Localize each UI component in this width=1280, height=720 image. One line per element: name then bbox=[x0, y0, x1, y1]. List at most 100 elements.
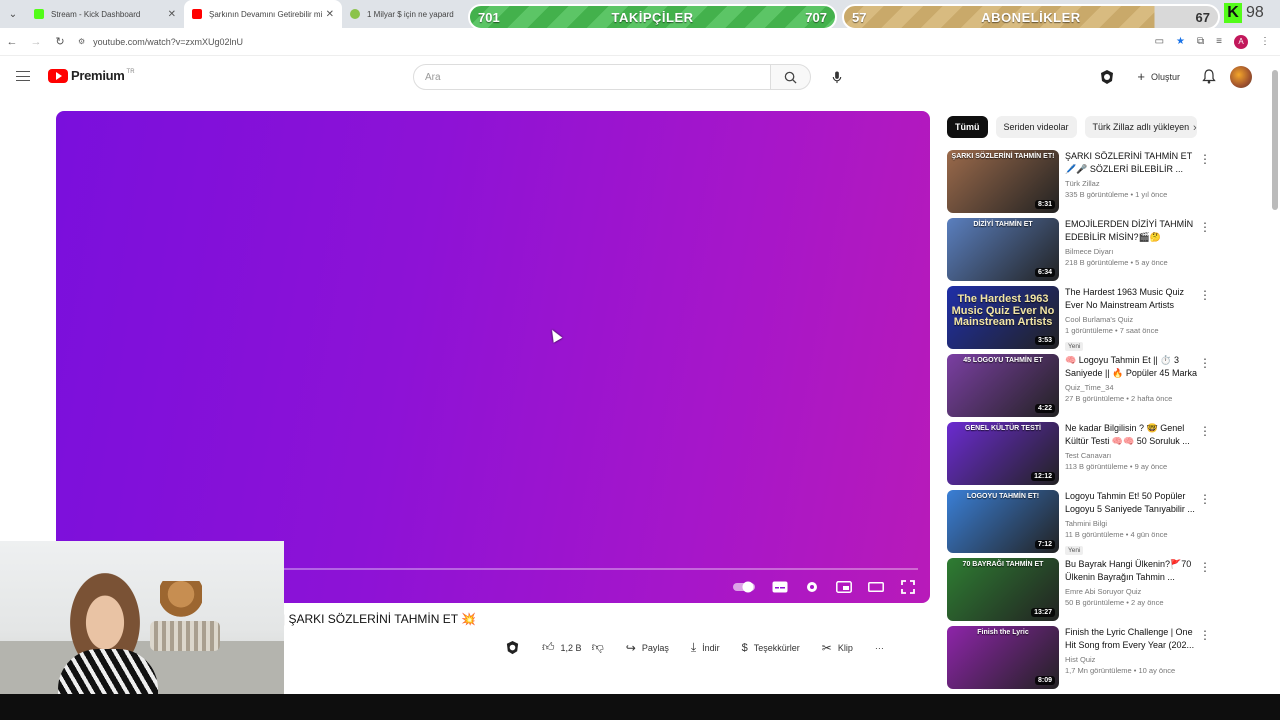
more-vertical-icon[interactable]: ⋮ bbox=[1199, 492, 1211, 506]
recommendation-title[interactable]: The Hardest 1963 Music Quiz Ever No Main… bbox=[1065, 286, 1203, 312]
recommendation-channel[interactable]: Quiz_Time_34 bbox=[1065, 383, 1203, 392]
recommendation-item[interactable]: ŞARKI SÖZLERİNİ TAHMİN ET! 8:31 ŞARKI SÖZL… bbox=[947, 150, 1217, 218]
dislike-button[interactable]: 👎︎ bbox=[592, 640, 604, 655]
thanks-label: Teşekkürler bbox=[753, 642, 800, 653]
recommendation-title[interactable]: ŞARKI SÖZLERİNİ TAHMİN ET 🖊️🎤 SÖZLERİ Bİ… bbox=[1065, 150, 1203, 176]
recommendation-item[interactable]: LOGOYU TAHMİN ET! 7:12 Logoyu Tahmin Et! 5… bbox=[947, 490, 1217, 558]
thumbnail-caption: 70 BAYRAĞI TAHMİN ET bbox=[962, 561, 1044, 568]
video-thumbnail[interactable]: The Hardest 1963 Music Quiz Ever No Main… bbox=[947, 286, 1059, 349]
video-thumbnail[interactable]: Finish the Lyric 8:09 bbox=[947, 626, 1059, 689]
kick-extension-icon[interactable] bbox=[1099, 69, 1115, 85]
download-label: İndir bbox=[702, 642, 720, 653]
subscribers-goal: 67 bbox=[1195, 9, 1210, 25]
back-icon[interactable]: ← bbox=[0, 36, 24, 48]
video-thumbnail[interactable]: ŞARKI SÖZLERİNİ TAHMİN ET! 8:31 bbox=[947, 150, 1059, 213]
video-player[interactable] bbox=[56, 111, 930, 603]
recommendation-channel[interactable]: Tahmini Bilgi bbox=[1065, 519, 1203, 528]
settings-button[interactable] bbox=[804, 579, 820, 595]
autoplay-toggle[interactable] bbox=[732, 579, 756, 595]
search-button[interactable] bbox=[770, 64, 811, 90]
search-icon bbox=[784, 71, 797, 84]
recommendation-title[interactable]: Finish the Lyric Challenge | One Hit Son… bbox=[1065, 626, 1203, 652]
more-vertical-icon[interactable]: ⋮ bbox=[1199, 356, 1211, 370]
forward-icon[interactable]: → bbox=[24, 36, 48, 48]
youtube-logo[interactable]: Premium TR bbox=[48, 68, 135, 83]
chip-all[interactable]: Tümü bbox=[947, 116, 988, 138]
recommendation-channel[interactable]: Cool Burlama's Quiz bbox=[1065, 315, 1203, 324]
notifications-bell-icon[interactable] bbox=[1202, 69, 1216, 84]
webcam-overlay bbox=[0, 541, 284, 701]
chip-series[interactable]: Seriden videolar bbox=[995, 116, 1077, 138]
recommendation-item[interactable]: DİZİYİ TAHMİN ET 6:34 EMOJİLERDEN DİZİYİ T… bbox=[947, 218, 1217, 286]
site-info-icon[interactable]: ⚙ bbox=[78, 37, 85, 46]
masthead-actions: + Oluştur bbox=[1099, 65, 1252, 88]
recommendation-item[interactable]: Finish the Lyric 8:09 Finish the Lyric Cha… bbox=[947, 626, 1217, 694]
recommendation-title[interactable]: EMOJİLERDEN DİZİYİ TAHMİN EDEBİLİR MİSİN… bbox=[1065, 218, 1203, 244]
account-avatar[interactable] bbox=[1230, 65, 1252, 88]
menu-icon[interactable] bbox=[16, 71, 30, 81]
reading-list-icon[interactable]: ≡ bbox=[1216, 36, 1222, 47]
browser-tab-third[interactable]: 1 Milyar $ için ne yapardın? bbox=[342, 0, 462, 28]
youtube-favicon-icon bbox=[192, 9, 202, 19]
search-input[interactable]: Ara bbox=[413, 64, 771, 90]
reload-icon[interactable]: ↻ bbox=[48, 35, 72, 48]
share-button[interactable]: ↪ Paylaş bbox=[626, 641, 669, 655]
tab-search-chevron-icon[interactable]: ⌄ bbox=[0, 0, 26, 28]
browser-tab-youtube[interactable]: Şarkının Devamını Getirebilir mi? ✕ bbox=[184, 0, 342, 28]
profile-avatar[interactable]: A bbox=[1234, 34, 1248, 49]
scrollbar-thumb[interactable] bbox=[1272, 70, 1278, 210]
miniplayer-button[interactable] bbox=[836, 579, 852, 595]
video-thumbnail[interactable]: 70 BAYRAĞI TAHMİN ET 13:27 bbox=[947, 558, 1059, 621]
more-vertical-icon[interactable]: ⋮ bbox=[1199, 152, 1211, 166]
cast-icon[interactable]: ▭ bbox=[1155, 36, 1164, 47]
url-field[interactable]: ⚙ youtube.com/watch?v=zxmXUg02lnU bbox=[78, 37, 1155, 47]
chevron-right-icon[interactable]: › bbox=[1193, 122, 1197, 134]
voice-search-button[interactable] bbox=[824, 64, 850, 90]
browser-tab-kick[interactable]: Stream - Kick Dashboard ✕ bbox=[26, 0, 184, 28]
thanks-button[interactable]: $ Teşekkürler bbox=[742, 642, 800, 654]
subtitles-button[interactable] bbox=[772, 579, 788, 595]
video-thumbnail[interactable]: LOGOYU TAHMİN ET! 7:12 bbox=[947, 490, 1059, 553]
recommendation-title[interactable]: Logoyu Tahmin Et! 50 Popüler Logoyu 5 Sa… bbox=[1065, 490, 1203, 516]
video-thumbnail[interactable]: 45 LOGOYU TAHMİN ET 4:22 bbox=[947, 354, 1059, 417]
recommendation-channel[interactable]: Test Canavarı bbox=[1065, 451, 1203, 460]
more-vertical-icon[interactable]: ⋮ bbox=[1199, 288, 1211, 302]
video-thumbnail[interactable]: GENEL KÜLTÜR TESTİ 12:12 bbox=[947, 422, 1059, 485]
recommendation-title[interactable]: 🧠 Logoyu Tahmin Et || ⏱️ 3 Saniyede || 🔥… bbox=[1065, 354, 1203, 380]
recommendation-info: The Hardest 1963 Music Quiz Ever No Main… bbox=[1065, 286, 1203, 354]
chip-uploader[interactable]: Türk Zillaz adlı yükleyen bbox=[1084, 116, 1198, 138]
bookmark-star-icon[interactable]: ★ bbox=[1176, 36, 1185, 47]
kick-extension-icon[interactable] bbox=[505, 640, 520, 655]
theater-mode-button[interactable] bbox=[868, 579, 884, 595]
recommendation-channel[interactable]: Hist Quiz bbox=[1065, 655, 1203, 664]
thumbnail-caption: GENEL KÜLTÜR TESTİ bbox=[965, 425, 1041, 432]
more-vertical-icon[interactable]: ⋮ bbox=[1199, 628, 1211, 642]
extensions-icon[interactable]: ⧉ bbox=[1197, 36, 1204, 47]
more-actions-button[interactable]: ··· bbox=[875, 643, 884, 653]
recommendation-item[interactable]: GENEL KÜLTÜR TESTİ 12:12 Ne kadar Bilgilis… bbox=[947, 422, 1217, 490]
recommendation-channel[interactable]: Türk Zillaz bbox=[1065, 179, 1203, 188]
close-icon[interactable]: ✕ bbox=[326, 9, 334, 20]
thumbnail-caption: Finish the Lyric bbox=[977, 629, 1029, 636]
create-button[interactable]: + Oluştur bbox=[1129, 65, 1188, 88]
more-vertical-icon[interactable]: ⋮ bbox=[1199, 424, 1211, 438]
fullscreen-button[interactable] bbox=[900, 579, 916, 595]
download-icon: ⤓ bbox=[690, 640, 697, 654]
close-icon[interactable]: ✕ bbox=[168, 9, 176, 20]
browser-menu-icon[interactable]: ⋮ bbox=[1260, 36, 1270, 47]
recommendation-item[interactable]: 70 BAYRAĞI TAHMİN ET 13:27 Bu Bayrak Hangi… bbox=[947, 558, 1217, 626]
recommendation-title[interactable]: Bu Bayrak Hangi Ülkenin?🚩70 Ülkenin Bayr… bbox=[1065, 558, 1203, 584]
recommendation-title[interactable]: Ne kadar Bilgilisin ? 🤓 Genel Kültür Tes… bbox=[1065, 422, 1203, 448]
recommendation-item[interactable]: 45 LOGOYU TAHMİN ET 4:22 🧠 Logoyu Tahmin E… bbox=[947, 354, 1217, 422]
download-button[interactable]: ⤓ İndir bbox=[691, 640, 720, 655]
like-button[interactable]: 👍︎ 1,2 B bbox=[542, 640, 582, 655]
recommendation-item[interactable]: The Hardest 1963 Music Quiz Ever No Main… bbox=[947, 286, 1217, 354]
clip-button[interactable]: ✂ Klip bbox=[822, 641, 853, 655]
more-vertical-icon[interactable]: ⋮ bbox=[1199, 560, 1211, 574]
recommendation-channel[interactable]: Emre Abi Soruyor Quiz bbox=[1065, 587, 1203, 596]
page-scrollbar[interactable] bbox=[1272, 62, 1278, 692]
recommendation-channel[interactable]: Bilmece Diyarı bbox=[1065, 247, 1203, 256]
video-thumbnail[interactable]: DİZİYİ TAHMİN ET 6:34 bbox=[947, 218, 1059, 281]
thumbs-down-icon: 👎︎ bbox=[591, 640, 604, 654]
more-vertical-icon[interactable]: ⋮ bbox=[1199, 220, 1211, 234]
